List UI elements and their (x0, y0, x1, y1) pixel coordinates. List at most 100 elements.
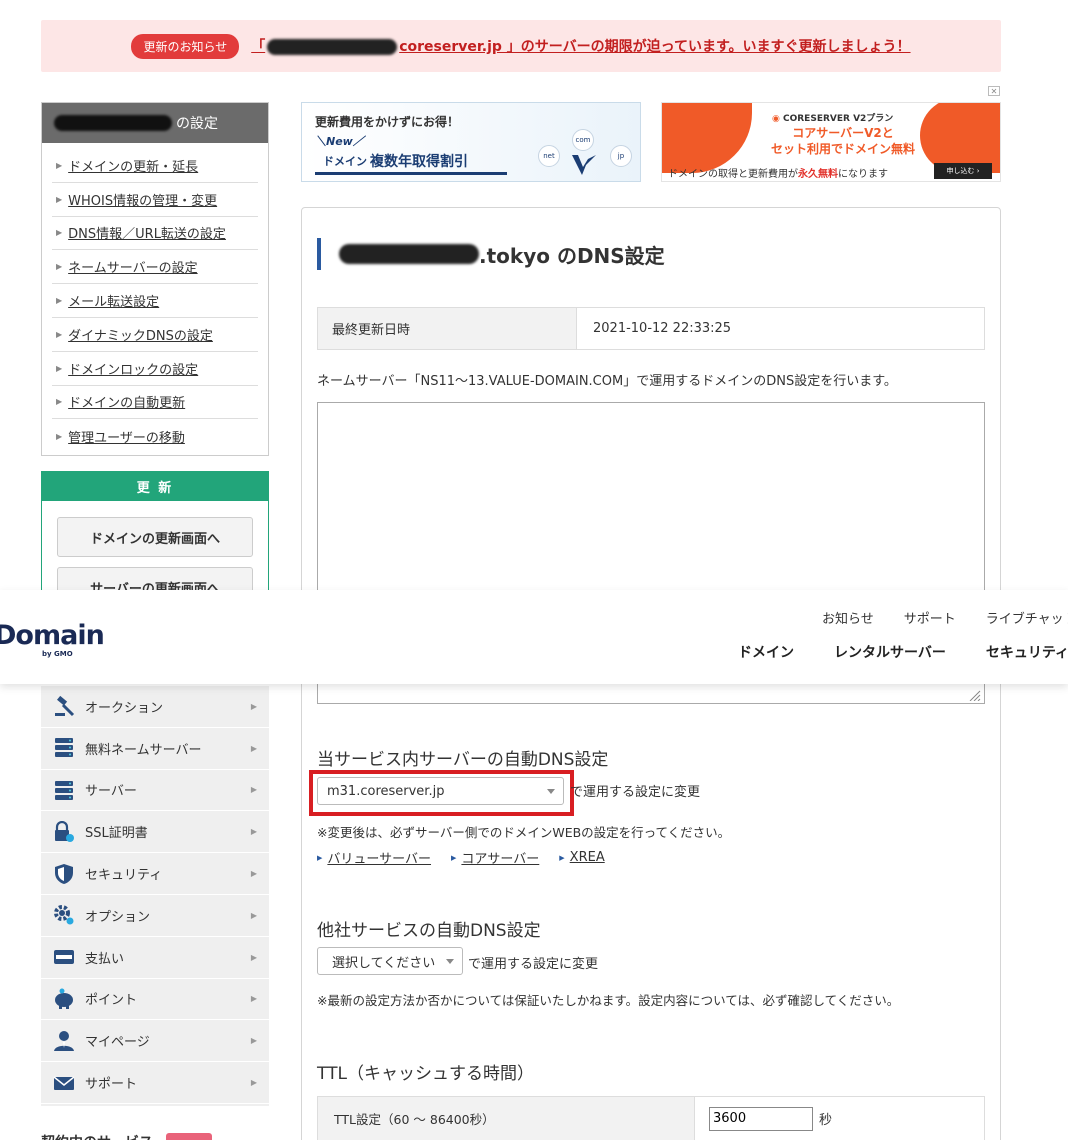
user-icon (53, 1030, 75, 1052)
header-link-livechat[interactable]: ライブチャット (986, 608, 1068, 627)
value-domain-logo-icon (572, 155, 596, 175)
ttl-label: TTL設定（60 ～ 86400秒） (318, 1097, 695, 1140)
logo[interactable]: Domain (0, 620, 105, 651)
header-link-news[interactable]: お知らせ (822, 608, 874, 627)
notice-link[interactable]: 「coreserver.jp 」のサーバーの期限が迫っています。いますぐ更新しま… (251, 36, 911, 56)
triangle-right-icon: ▶ (250, 1036, 257, 1046)
tag-com: com (572, 129, 594, 151)
category-item[interactable]: サポート ▶ (41, 1062, 269, 1104)
ttl-table: TTL設定（60 ～ 86400秒） 秒 (317, 1096, 985, 1140)
sidebar-item[interactable]: ▶ ドメインロックの設定 (52, 352, 258, 386)
gavel-icon (53, 695, 75, 717)
sidebar-item[interactable]: ▶ WHOIS情報の管理・変更 (52, 183, 258, 217)
category-item[interactable]: SSL証明書 ▶ (41, 811, 269, 854)
tag-jp: jp (610, 145, 632, 167)
mail-icon (53, 1072, 75, 1094)
triangle-right-icon: ▶ (56, 194, 63, 204)
other-dns-title: 他社サービスの自動DNS設定 (317, 921, 541, 941)
nav-domain[interactable]: ドメイン (738, 642, 794, 662)
highlight-box (309, 770, 574, 816)
expiry-notice: 更新のお知らせ 「coreserver.jp 」のサーバーの期限が迫っています。… (41, 20, 1001, 72)
new-badge (166, 1133, 212, 1140)
triangle-right-icon: ▶ (250, 952, 257, 962)
ad-close-icon[interactable]: ✕ (988, 86, 1000, 96)
category-item[interactable]: 支払い ▶ (41, 937, 269, 979)
other-service-select[interactable]: 選択してください (317, 947, 463, 975)
ttl-input[interactable] (709, 1106, 813, 1131)
ssl-lock-icon (53, 820, 75, 843)
triangle-right-icon: ▶ (56, 431, 63, 441)
category-item[interactable]: オークション ▶ (41, 686, 269, 728)
last-updated-value: 2021-10-12 22:33:25 (593, 321, 732, 336)
header-main-nav: ドメイン レンタルサーバー セキュリティ (738, 642, 1068, 662)
triangle-right-icon: ▶ (559, 853, 565, 862)
sidebar-item[interactable]: ▶ ドメインの更新・延長 (52, 149, 258, 183)
renew-box: 更 新 ドメインの更新画面へ サーバーの更新画面へ (41, 471, 269, 601)
sidebar-item[interactable]: ▶ 管理ユーザーの移動 (52, 419, 258, 453)
coreserver-v2-banner[interactable]: ◉ CORESERVER V2プラン コアサーバーV2と セット利用でドメイン無料… (661, 102, 1001, 182)
site-header: Domain by GMO お知らせ サポート ライブチャット ドメイン レンタ… (0, 590, 1068, 684)
logo-sub: by GMO (42, 650, 73, 658)
apply-button[interactable]: 申し込む › (934, 163, 992, 179)
credit-card-icon (53, 946, 75, 968)
link-xrea[interactable]: ▶ XREA (559, 848, 604, 867)
renew-title: 更 新 (42, 472, 268, 501)
auto-dns-suffix: で運用する設定に変更 (570, 785, 701, 800)
ttl-title: TTL（キャッシュする時間） (317, 1064, 534, 1084)
triangle-right-icon: ▶ (250, 785, 257, 795)
redacted-domain (54, 115, 172, 131)
triangle-right-icon: ▶ (56, 228, 63, 238)
shield-icon (53, 863, 75, 885)
redacted-text (267, 39, 398, 55)
multi-year-discount-banner[interactable]: 更新費用をかけずにお得！ ＼New／ ドメイン 複数年取得割引 com net j… (301, 102, 641, 182)
triangle-right-icon: ▶ (451, 853, 457, 862)
header-link-support[interactable]: サポート (904, 608, 956, 627)
domain-renew-button[interactable]: ドメインの更新画面へ (57, 517, 253, 557)
sidebar-item[interactable]: ▶ メール転送設定 (52, 284, 258, 318)
domain-settings-menu: の設定 ▶ ドメインの更新・延長 ▶ WHOIS情報の管理・変更 ▶ DNS情報／URL転… (41, 102, 269, 456)
nav-security[interactable]: セキュリティ (986, 642, 1068, 662)
triangle-right-icon: ▶ (250, 701, 257, 711)
server-stack-icon (53, 737, 75, 759)
chevron-down-icon (446, 959, 454, 964)
category-item[interactable]: 無料ネームサーバー ▶ (41, 728, 269, 770)
nav-rental-server[interactable]: レンタルサーバー (834, 642, 946, 662)
triangle-right-icon: ▶ (56, 262, 63, 272)
dns-description: ネームサーバー「NS11～13.VALUE-DOMAIN.COM」で運用するドメ… (317, 374, 897, 389)
triangle-right-icon: ▶ (317, 853, 323, 862)
domain-settings-header: の設定 (42, 103, 268, 143)
page-title: .tokyo のDNS設定 (317, 238, 665, 270)
triangle-right-icon: ▶ (56, 296, 63, 306)
triangle-right-icon: ▶ (250, 910, 257, 920)
triangle-right-icon: ▶ (250, 743, 257, 753)
category-item[interactable]: オプション ▶ (41, 895, 269, 937)
gear-icon (53, 904, 75, 926)
triangle-right-icon: ▶ (56, 160, 63, 170)
auto-dns-note: ※変更後は、必ずサーバー側でのドメインWEBの設定を行ってください。 (317, 825, 731, 840)
resize-grip-icon[interactable] (968, 689, 981, 701)
tag-net: net (538, 145, 560, 167)
category-item[interactable]: セキュリティ ▶ (41, 853, 269, 895)
sidebar-item[interactable]: ▶ ネームサーバーの設定 (52, 250, 258, 285)
auto-dns-title: 当サービス内サーバーの自動DNS設定 (317, 750, 609, 770)
category-item[interactable]: マイページ ▶ (41, 1020, 269, 1063)
triangle-right-icon: ▶ (250, 869, 257, 879)
triangle-right-icon: ▶ (56, 363, 63, 373)
link-core-server[interactable]: ▶ コアサーバー (451, 848, 539, 867)
redacted-domain (339, 244, 479, 264)
sidebar-item[interactable]: ▶ DNS情報／URL転送の設定 (52, 217, 258, 251)
sidebar-item[interactable]: ▶ ドメインの自動更新 (52, 386, 258, 420)
category-item[interactable]: ポイント ▶ (41, 979, 269, 1021)
service-links: ▶ バリューサーバー ▶ コアサーバー ▶ XREA (317, 848, 625, 867)
triangle-right-icon: ▶ (250, 994, 257, 1004)
category-nav: オークション ▶ 無料ネームサーバー ▶ サーバー ▶ SSL証明書 ▶ セキュリティ ▶ オプショ… (41, 686, 269, 1106)
link-value-server[interactable]: ▶ バリューサーバー (317, 848, 431, 867)
domain-settings-list: ▶ ドメインの更新・延長 ▶ WHOIS情報の管理・変更 ▶ DNS情報／URL転送の設定… (42, 143, 268, 453)
category-item[interactable]: サーバー ▶ (41, 770, 269, 812)
coreserver-logo-icon: ◉ (772, 114, 780, 124)
notice-badge: 更新のお知らせ (131, 33, 240, 59)
other-dns-suffix: で運用する設定に変更 (468, 957, 599, 972)
sidebar-item[interactable]: ▶ ダイナミックDNSの設定 (52, 318, 258, 352)
other-dns-note: ※最新の設定方法か否かについては保証いたしかねます。設定内容については、必ず確認… (317, 993, 900, 1008)
triangle-right-icon: ▶ (56, 329, 63, 339)
